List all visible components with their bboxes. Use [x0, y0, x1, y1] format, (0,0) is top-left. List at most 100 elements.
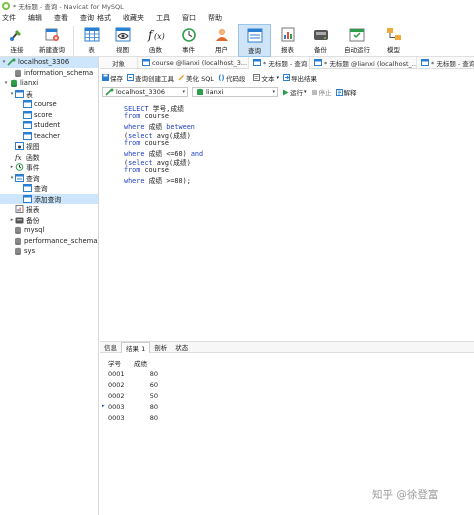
model-button[interactable]: 模型: [377, 24, 410, 57]
query-folder-icon: [15, 173, 24, 182]
tab-message[interactable]: 信息: [100, 342, 121, 353]
play-icon: [282, 89, 289, 96]
stop-button[interactable]: 停止: [311, 87, 332, 97]
menu-tools[interactable]: 工具: [154, 13, 175, 23]
tab-objects[interactable]: 对象: [100, 56, 138, 69]
menu-window[interactable]: 窗口: [180, 13, 201, 23]
model-icon: [385, 26, 403, 42]
svg-text:fx: fx: [15, 154, 22, 161]
event-icon: [180, 26, 198, 42]
column-header-score[interactable]: 成绩: [132, 357, 160, 368]
menu-help[interactable]: 帮助: [206, 13, 227, 23]
report-icon: [15, 205, 24, 214]
dropdown-arrow-icon[interactable]: ▾: [276, 75, 279, 81]
backup-icon: [312, 26, 330, 42]
tree-item-localhost[interactable]: ▾ localhost_3306: [0, 57, 98, 68]
report-button[interactable]: 报表: [271, 24, 304, 57]
menu-favorites[interactable]: 收藏夹: [121, 13, 149, 23]
table-row[interactable]: 0002 50: [106, 390, 160, 401]
menu-edit[interactable]: 编辑: [26, 13, 47, 23]
cell-score[interactable]: 80: [132, 368, 160, 379]
tree-item-lianxi[interactable]: ▾ lianxi: [0, 78, 98, 89]
function-button[interactable]: f (x) 函数: [139, 24, 172, 57]
explain-button[interactable]: 解释: [335, 87, 357, 97]
new-query-button[interactable]: 新建查询: [34, 24, 70, 57]
table-row[interactable]: 0002 60: [106, 379, 160, 390]
explain-icon: [335, 88, 343, 96]
tree-item-functions[interactable]: fx 函数: [0, 152, 98, 163]
tree-item-events[interactable]: ▸ 事件: [0, 162, 98, 173]
table-row[interactable]: 0003 80: [106, 401, 160, 412]
cell-score[interactable]: 50: [132, 390, 160, 401]
tree-item-views[interactable]: 视图: [0, 141, 98, 152]
cell-id[interactable]: 0003: [106, 412, 132, 423]
tree-item-information-schema[interactable]: information_schema: [0, 68, 98, 79]
tree-item-add-query[interactable]: 添加查询: [0, 193, 98, 204]
tree-item-table-student[interactable]: student: [0, 120, 98, 131]
menu-format[interactable]: 格式: [95, 13, 116, 23]
column-header-id[interactable]: 学号: [106, 357, 132, 368]
save-button[interactable]: 保存: [102, 73, 123, 83]
query-builder-button[interactable]: 查询创建工具: [127, 73, 174, 83]
tree-item-reports[interactable]: 报表: [0, 204, 98, 215]
tree-item-backups[interactable]: ▸ 备份: [0, 215, 98, 226]
export-results-button[interactable]: 导出结果: [282, 73, 317, 83]
tree-item-sys[interactable]: sys: [0, 246, 98, 257]
cell-score[interactable]: 80: [132, 412, 160, 423]
cell-score[interactable]: 80: [132, 401, 160, 412]
backup-button[interactable]: 备份: [304, 24, 337, 57]
view-button[interactable]: 视图: [106, 24, 139, 57]
cell-id[interactable]: 0003: [106, 401, 132, 412]
new-query-icon: [43, 26, 61, 42]
tree-item-table-course[interactable]: course: [0, 99, 98, 110]
tree-item-performance-schema[interactable]: performance_schema: [0, 236, 98, 247]
menu-view[interactable]: 查看: [52, 13, 73, 23]
tab-course-table[interactable]: course @lianxi (localhost_3...: [138, 56, 249, 69]
tree-item-table-score[interactable]: score: [0, 110, 98, 121]
text-button[interactable]: 文本 ▾: [253, 73, 279, 83]
cell-score[interactable]: 60: [132, 379, 160, 390]
event-icon: [15, 163, 24, 172]
tab-status[interactable]: 状态: [171, 342, 192, 353]
snippet-button[interactable]: () 代码段: [218, 73, 245, 83]
automation-button[interactable]: 自动运行: [337, 24, 377, 57]
snippet-icon: (): [218, 73, 225, 82]
user-button[interactable]: 用户: [205, 24, 238, 57]
database-select[interactable]: lianxi ▾: [192, 87, 278, 97]
tab-result-1[interactable]: 结果 1: [121, 341, 151, 353]
table-icon: [314, 59, 322, 67]
tree-item-queries[interactable]: ▾ 查询: [0, 173, 98, 184]
sql-editor[interactable]: SELECT 学号,成绩 from course where 成绩 between(…: [100, 99, 474, 339]
tree-item-table-teacher[interactable]: teacher: [0, 131, 98, 142]
tree-item-tables[interactable]: ▾ 表: [0, 89, 98, 100]
connect-button[interactable]: 连接: [0, 24, 34, 57]
table-icon: [23, 100, 32, 109]
table-button[interactable]: 表: [77, 24, 106, 57]
connect-icon: [8, 26, 26, 42]
tree-item-query[interactable]: 查询: [0, 183, 98, 194]
table-folder-icon: [15, 89, 24, 98]
run-button[interactable]: 运行 ▾: [282, 87, 307, 97]
table-row[interactable]: 0003 80: [106, 412, 160, 423]
tab-untitled-lianxi[interactable]: * 无标题 @lianxi (localhost_...: [310, 56, 417, 69]
dropdown-arrow-icon[interactable]: ▾: [304, 89, 307, 95]
tab-untitled-query[interactable]: * 无标题 - 查询: [249, 56, 310, 69]
tab-profile[interactable]: 剖析: [150, 342, 171, 353]
connection-icon: [105, 88, 114, 96]
cell-id[interactable]: 0002: [106, 390, 132, 401]
beautify-sql-button[interactable]: 美化 SQL: [178, 73, 214, 83]
menu-file[interactable]: 文件: [0, 13, 21, 23]
tree-item-mysql[interactable]: mysql: [0, 225, 98, 236]
result-tabs: 信息 结果 1 剖析 状态: [100, 341, 474, 353]
table-icon: [142, 59, 150, 67]
tab-untitled-query-2[interactable]: * 无标题 - 查询: [417, 57, 474, 69]
cell-id[interactable]: 0001: [106, 368, 132, 379]
connection-select[interactable]: localhost_3306 ▾: [102, 87, 188, 97]
table-row[interactable]: 0001 80: [106, 368, 160, 379]
watermark: 知乎 @徐登富: [372, 489, 439, 501]
cell-id[interactable]: 0002: [106, 379, 132, 390]
menu-bar: 文件 编辑 查看 查询 格式 收藏夹 工具 窗口 帮助: [0, 12, 474, 24]
event-button[interactable]: 事件: [172, 24, 205, 57]
menu-query[interactable]: 查询: [78, 13, 95, 23]
query-button[interactable]: 查询: [238, 24, 271, 57]
